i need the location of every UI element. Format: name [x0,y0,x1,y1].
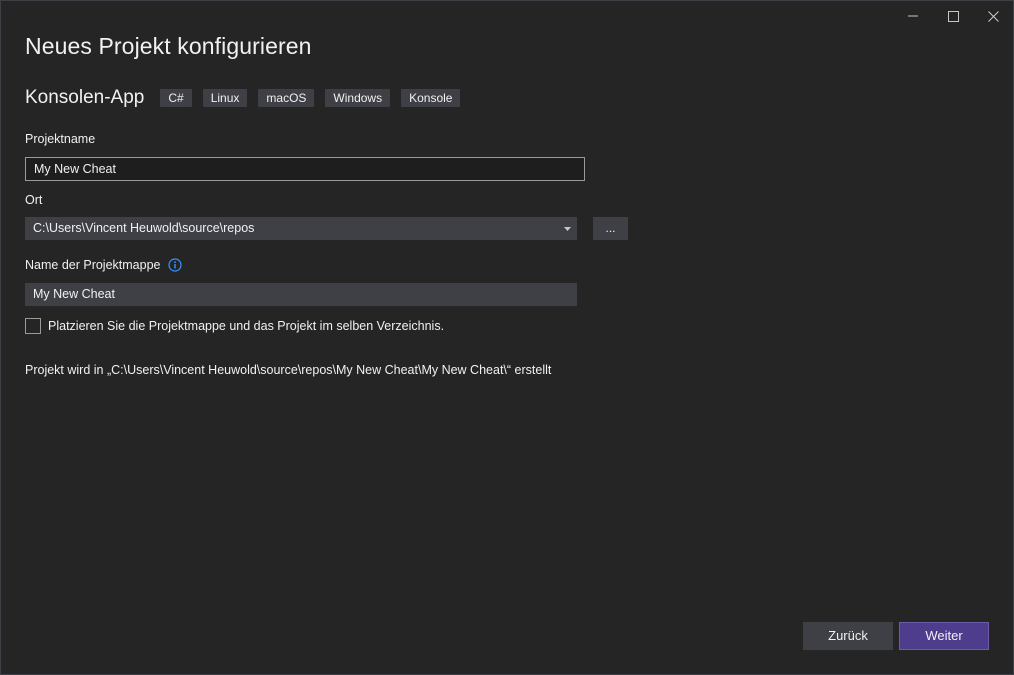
window-controls [893,1,1013,31]
next-button[interactable]: Weiter [899,622,989,650]
project-name-label: Projektname [25,132,96,146]
minimize-button[interactable] [893,1,933,31]
same-directory-checkbox[interactable] [25,318,41,334]
same-directory-option[interactable]: Platzieren Sie die Projektmappe und das … [25,318,444,334]
location-label: Ort [25,193,43,207]
tag-language: C# [160,89,192,107]
solution-name-input[interactable]: My New Cheat [25,283,577,306]
template-name: Konsolen-App [25,87,145,108]
maximize-icon [947,10,959,22]
maximize-button[interactable] [933,1,973,31]
info-icon[interactable] [168,258,182,272]
solution-name-label: Name der Projektmappe [25,258,161,272]
solution-name-label-row: Name der Projektmappe [25,258,182,273]
tag-platform-linux: Linux [202,89,248,107]
tag-platform-macos: macOS [258,89,315,107]
close-button[interactable] [973,1,1013,31]
tag-project-type: Konsole [401,89,461,107]
tag-platform-windows: Windows [325,89,391,107]
project-path-note: Projekt wird in „C:\Users\Vincent Heuwol… [25,363,552,377]
location-combobox[interactable]: C:\Users\Vincent Heuwold\source\repos [25,217,577,240]
same-directory-label: Platzieren Sie die Projektmappe und das … [48,319,445,333]
browse-button[interactable]: ... [593,217,628,240]
template-summary: Konsolen-App C# Linux macOS Windows Kons… [25,87,471,109]
back-button[interactable]: Zurück [803,622,893,650]
dropdown-arrow-icon[interactable] [561,217,573,240]
minimize-icon [908,15,918,17]
location-value: C:\Users\Vincent Heuwold\source\repos [33,221,255,235]
page-title: Neues Projekt konfigurieren [25,33,312,59]
close-icon [987,10,999,22]
dialog-window: Neues Projekt konfigurieren Konsolen-App… [0,0,1014,675]
project-name-input[interactable]: My New Cheat [25,157,585,181]
